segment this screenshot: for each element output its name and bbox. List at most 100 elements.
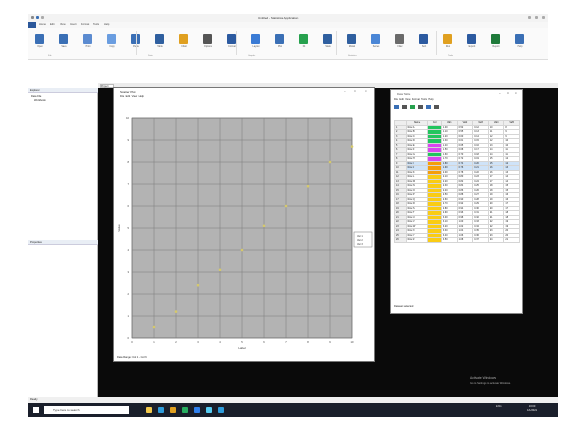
data-point (196, 283, 200, 287)
clock[interactable]: 10:00 1/1/2021 (527, 405, 537, 412)
maximize-icon[interactable] (535, 16, 538, 19)
ribbon-button-icon[interactable] (371, 34, 380, 44)
menu-item[interactable]: Help (104, 23, 109, 26)
add-icon[interactable] (410, 105, 415, 109)
table-window-title: Data Table (397, 92, 411, 96)
color-cell[interactable] (427, 237, 442, 243)
table-menu-item[interactable]: Tools (421, 98, 427, 101)
ribbon-group-label: Graphs (248, 55, 256, 57)
quick-save-icon[interactable] (36, 16, 39, 19)
ribbon-button-label: Plot (278, 46, 282, 48)
taskbar-search[interactable]: Type here to search (44, 406, 129, 414)
ribbon-button-label: Report (492, 46, 500, 48)
x-tick-label: 8 (307, 340, 309, 344)
x-axis-label: Label (238, 346, 246, 350)
tree-item[interactable]: Data File (31, 95, 41, 98)
value-cell[interactable]: 1.08 (456, 237, 474, 243)
ribbon-button-icon[interactable] (323, 34, 332, 44)
value-cell[interactable]: 21 (503, 237, 520, 243)
taskbar-app-app3-icon[interactable] (218, 407, 224, 413)
plot-window[interactable]: Scatter Plot – □ × File Edit View Help 0… (113, 87, 375, 362)
row-number[interactable]: 26 (394, 237, 407, 243)
ribbon-button-label: Chart (181, 46, 187, 48)
menu-item[interactable]: View (60, 23, 66, 26)
ribbon-button-icon[interactable] (347, 34, 356, 44)
menu-item[interactable]: Home (39, 23, 46, 26)
taskbar-app-edge-icon[interactable] (158, 407, 164, 413)
table-menu-item[interactable]: File (394, 98, 398, 101)
maximize-icon[interactable]: □ (507, 91, 509, 95)
ribbon-button-icon[interactable] (203, 34, 212, 44)
ribbon-button-label: Layout (252, 46, 260, 48)
ribbon-separator (436, 31, 437, 55)
menu-item[interactable]: Edit (50, 23, 54, 26)
close-icon[interactable]: × (515, 91, 517, 95)
windows-start-icon[interactable] (33, 407, 39, 413)
menu-item[interactable]: Tools (93, 23, 99, 26)
ribbon-button-icon[interactable] (467, 34, 476, 44)
ribbon-button-icon[interactable] (35, 34, 44, 44)
ribbon-separator (236, 31, 237, 55)
ribbon-button-icon[interactable] (227, 34, 236, 44)
ribbon-button-icon[interactable] (155, 34, 164, 44)
y-tick-label: 0 (128, 336, 130, 340)
tree-item[interactable]: Workbook (34, 99, 46, 102)
table-row[interactable]: 26 Row Z 3.50 1.08 0.37 24 21 (394, 237, 520, 243)
plot-footer: Data Range: Col 1 - Col 6 (117, 356, 147, 359)
ribbon-button-label: Export (468, 46, 476, 48)
sort-icon[interactable] (418, 105, 423, 109)
clock-date: 1/1/2021 (527, 408, 538, 412)
ribbon-button-icon[interactable] (179, 34, 188, 44)
minimize-icon[interactable]: – (499, 91, 501, 95)
ribbon-button-label: Filter (397, 46, 403, 48)
ribbon-button-icon[interactable] (491, 34, 500, 44)
ribbon-toolbar: OpenSavePrintCopyPasteTableChartOptionsF… (28, 28, 548, 60)
taskbar-app-mail-icon[interactable] (182, 407, 188, 413)
scatter-chart: 001122334455667788991010LabelValueVar 1V… (117, 116, 373, 350)
x-tick-label: 7 (285, 340, 287, 344)
ribbon-button-icon[interactable] (395, 34, 404, 44)
undo-icon[interactable] (41, 16, 44, 19)
save-icon[interactable] (394, 105, 399, 109)
ribbon-button-icon[interactable] (59, 34, 68, 44)
ribbon-button-icon[interactable] (107, 34, 116, 44)
table-menu-item[interactable]: Help (428, 98, 433, 101)
value-cell[interactable]: 24 (487, 237, 505, 243)
watermark-line: Go to Settings to activate Windows. (470, 382, 511, 385)
data-table: Name Col Val1 Val2 Val3 Val4 Val5 1 Row A… (394, 120, 520, 243)
taskbar: Type here to search (28, 403, 558, 417)
ribbon-button-icon[interactable] (83, 34, 92, 44)
ribbon-button-icon[interactable] (419, 34, 428, 44)
taskbar-app-app1-icon[interactable] (194, 407, 200, 413)
minimize-icon[interactable] (528, 16, 531, 19)
table-menu-item[interactable]: Format (412, 98, 420, 101)
close-icon[interactable] (542, 16, 545, 19)
doc-tab[interactable]: Project (100, 84, 114, 88)
title-bar: Untitled - Statistica Application (28, 14, 548, 22)
value-cell[interactable]: 3.50 (440, 237, 458, 243)
menu-item[interactable]: Insert (70, 23, 77, 26)
ribbon-button-icon[interactable] (251, 34, 260, 44)
data-point (306, 184, 310, 188)
taskbar-app-store-icon[interactable] (170, 407, 176, 413)
menu-item[interactable]: Format (81, 23, 89, 26)
ribbon-button-icon[interactable] (515, 34, 524, 44)
copy-icon[interactable] (402, 105, 407, 109)
name-cell[interactable]: Row Z (405, 237, 429, 243)
ribbon-button-label: Save (61, 46, 67, 48)
ribbon-button-icon[interactable] (443, 34, 452, 44)
taskbar-app-explorer-icon[interactable] (146, 407, 152, 413)
taskbar-app-app2-icon[interactable] (206, 407, 212, 413)
ribbon-button-icon[interactable] (275, 34, 284, 44)
table-window[interactable]: Data Table – □ × File Edit View Format T… (390, 89, 523, 314)
system-tray[interactable]: ENG (496, 405, 502, 408)
ribbon-button-icon[interactable] (299, 34, 308, 44)
value-cell[interactable]: 0.37 (472, 237, 489, 243)
chart-icon[interactable] (434, 105, 439, 109)
table-menu-item[interactable]: View (405, 98, 410, 101)
table-menu-item[interactable]: Edit (399, 98, 403, 101)
window-title: Untitled - Statistica Application (258, 16, 299, 20)
filter-icon[interactable] (426, 105, 431, 109)
ribbon-separator (336, 31, 337, 55)
x-tick-label: 5 (241, 340, 243, 344)
